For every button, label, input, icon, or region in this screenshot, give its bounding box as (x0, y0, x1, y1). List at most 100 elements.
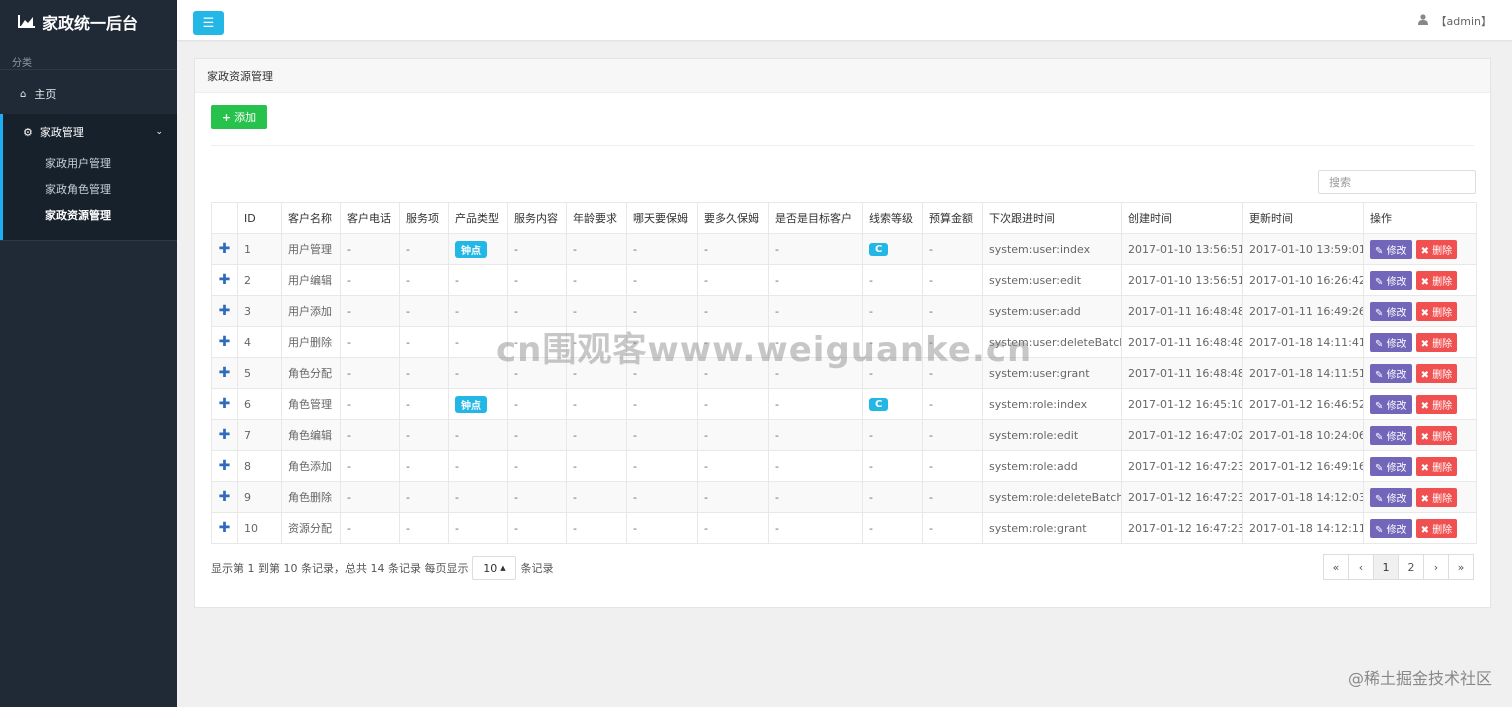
column-header[interactable]: 客户名称 (281, 202, 341, 234)
column-header[interactable]: 客户电话 (340, 202, 400, 234)
cell-day: - (626, 357, 698, 389)
cell-content: - (507, 512, 567, 544)
sidebar-item-home[interactable]: ⌂ 主页 (0, 74, 177, 114)
cell-updated: 2017-01-18 14:11:51 (1242, 357, 1364, 389)
cell-name: 角色管理 (281, 388, 341, 420)
expand-row-icon[interactable]: ✚ (211, 295, 238, 327)
cell-phone: - (340, 233, 400, 265)
edit-button[interactable]: ✎ 修改 (1370, 394, 1412, 414)
cell-howlong: - (697, 295, 769, 327)
cell-created: 2017-01-12 16:47:23 (1121, 450, 1243, 482)
cell-actions: ✎ 修改 ✖ 删除 (1363, 450, 1477, 482)
edit-button-label: 修改 (1386, 493, 1407, 505)
column-header[interactable]: 预算金额 (922, 202, 983, 234)
cell-age: - (566, 419, 627, 451)
page-button[interactable]: ‹ (1348, 554, 1374, 580)
column-header[interactable]: 线索等级 (862, 202, 923, 234)
cell-target: - (768, 481, 863, 513)
edit-button[interactable]: ✎ 修改 (1370, 332, 1412, 352)
delete-button[interactable]: ✖ 删除 (1415, 487, 1458, 507)
panel-title: 家政资源管理 (195, 59, 1490, 93)
edit-button[interactable]: ✎ 修改 (1370, 270, 1412, 290)
delete-button[interactable]: ✖ 删除 (1415, 270, 1458, 290)
column-header[interactable]: 产品类型 (448, 202, 508, 234)
expand-row-icon[interactable]: ✚ (211, 233, 238, 265)
page-button[interactable]: 2 (1398, 554, 1424, 580)
page-button[interactable]: › (1423, 554, 1449, 580)
cell-service: - (399, 419, 449, 451)
edit-button[interactable]: ✎ 修改 (1370, 363, 1412, 383)
column-header[interactable]: 服务内容 (507, 202, 567, 234)
column-header[interactable]: 是否是目标客户 (768, 202, 863, 234)
column-header[interactable]: 服务项 (399, 202, 449, 234)
page-button[interactable]: « (1323, 554, 1349, 580)
cell-id: 4 (237, 326, 282, 358)
menu-toggle-button[interactable]: ☰ (193, 11, 224, 35)
expand-row-icon[interactable]: ✚ (211, 357, 238, 389)
cell-created: 2017-01-12 16:47:23 (1121, 481, 1243, 513)
delete-button[interactable]: ✖ 删除 (1415, 456, 1458, 476)
column-header[interactable]: 要多久保姆 (697, 202, 769, 234)
user-menu[interactable]: 【admin】 (1417, 13, 1492, 29)
cell-actions: ✎ 修改 ✖ 删除 (1363, 357, 1477, 389)
column-header[interactable]: 更新时间 (1242, 202, 1364, 234)
delete-button[interactable]: ✖ 删除 (1415, 518, 1458, 538)
sidebar-group-housekeeping: ⚙ 家政管理 ⌄ 家政用户管理 家政角色管理 家政资源管理 (0, 114, 177, 240)
edit-button[interactable]: ✎ 修改 (1370, 456, 1412, 476)
expand-row-icon[interactable]: ✚ (211, 419, 238, 451)
cell-budget: - (922, 388, 983, 420)
delete-button[interactable]: ✖ 删除 (1415, 425, 1458, 445)
cell-id: 2 (237, 264, 282, 296)
column-header[interactable]: 哪天要保姆 (626, 202, 698, 234)
expand-row-icon[interactable]: ✚ (211, 326, 238, 358)
sidebar-group-header[interactable]: ⚙ 家政管理 ⌄ (3, 114, 177, 150)
cell-howlong: - (697, 419, 769, 451)
sidebar-item-roles[interactable]: 家政角色管理 (3, 176, 177, 202)
edit-button-label: 修改 (1386, 245, 1407, 257)
cell-budget: - (922, 233, 983, 265)
plus-icon: + (221, 110, 232, 124)
add-button[interactable]: + 添加 (211, 105, 267, 129)
edit-button[interactable]: ✎ 修改 (1370, 239, 1412, 259)
expand-row-icon[interactable]: ✚ (211, 450, 238, 482)
page-button[interactable]: » (1448, 554, 1474, 580)
cell-budget: - (922, 419, 983, 451)
expand-row-icon[interactable]: ✚ (211, 388, 238, 420)
cell-phone: - (340, 481, 400, 513)
column-header[interactable]: 年龄要求 (566, 202, 627, 234)
column-header[interactable]: 操作 (1363, 202, 1477, 234)
delete-button[interactable]: ✖ 删除 (1415, 239, 1458, 259)
sidebar-item-users[interactable]: 家政用户管理 (3, 150, 177, 176)
edit-button[interactable]: ✎ 修改 (1370, 301, 1412, 321)
cell-age: - (566, 388, 627, 420)
search-input[interactable] (1318, 170, 1476, 194)
expand-row-icon[interactable]: ✚ (211, 264, 238, 296)
delete-button[interactable]: ✖ 删除 (1415, 363, 1458, 383)
cell-id: 5 (237, 357, 282, 389)
cell-next: system:user:grant (982, 357, 1122, 389)
edit-button[interactable]: ✎ 修改 (1370, 425, 1412, 445)
cell-updated: 2017-01-18 14:11:41 (1242, 326, 1364, 358)
cell-level: - (862, 326, 923, 358)
cell-howlong: - (697, 233, 769, 265)
delete-button[interactable]: ✖ 删除 (1415, 301, 1458, 321)
column-header[interactable]: 下次跟进时间 (982, 202, 1122, 234)
lead-level-badge: C (869, 243, 889, 256)
cell-created: 2017-01-11 16:48:48 (1121, 295, 1243, 327)
expand-row-icon[interactable]: ✚ (211, 481, 238, 513)
column-header[interactable]: 创建时间 (1121, 202, 1243, 234)
delete-button[interactable]: ✖ 删除 (1415, 332, 1458, 352)
page-size-select[interactable]: 10 ▲ (472, 556, 517, 580)
column-header[interactable]: ID (237, 202, 282, 234)
delete-button[interactable]: ✖ 删除 (1415, 394, 1458, 414)
page-button[interactable]: 1 (1373, 554, 1399, 580)
cell-level: - (862, 512, 923, 544)
delete-button-label: 删除 (1432, 245, 1453, 257)
sidebar-item-resources[interactable]: 家政资源管理 (3, 202, 177, 228)
delete-button-label: 删除 (1432, 307, 1453, 319)
edit-button[interactable]: ✎ 修改 (1370, 487, 1412, 507)
expand-row-icon[interactable]: ✚ (211, 512, 238, 544)
edit-button[interactable]: ✎ 修改 (1370, 518, 1412, 538)
cell-content: - (507, 233, 567, 265)
brand[interactable]: 家政统一后台 (0, 0, 177, 44)
